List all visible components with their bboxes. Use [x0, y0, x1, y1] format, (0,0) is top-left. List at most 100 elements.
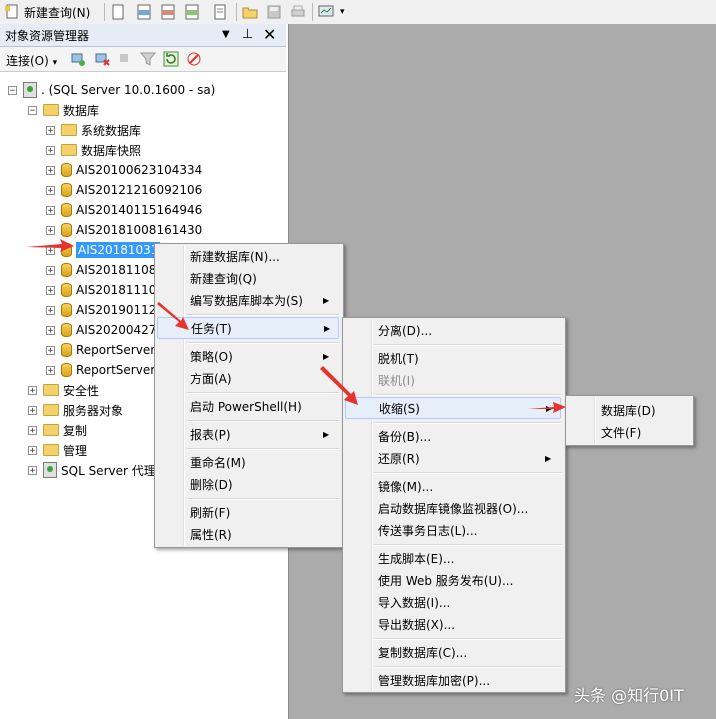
menu-delete[interactable]: 删除(D) — [157, 473, 339, 495]
expand-icon[interactable]: + — [46, 265, 55, 275]
mdx-query-button[interactable] — [136, 2, 152, 22]
collapse-icon[interactable]: − — [28, 105, 37, 115]
menu-take-offline[interactable]: 脱机(T) — [345, 347, 561, 369]
tree-node-replication[interactable]: + 复制 — [28, 420, 87, 440]
stop-powershell-icon[interactable] — [186, 51, 202, 67]
database-icon — [61, 203, 72, 217]
menu-properties[interactable]: 属性(R) — [157, 523, 339, 545]
tree-node-databases[interactable]: − 数据库 — [28, 100, 99, 120]
expand-icon[interactable]: + — [28, 445, 37, 455]
tree-node-database[interactable]: + AIS20200427 — [46, 320, 156, 340]
database-icon — [61, 223, 72, 237]
menu-import-data[interactable]: 导入数据(I)... — [345, 591, 561, 613]
menu-manage-encryption[interactable]: 管理数据库加密(P)... — [345, 669, 561, 691]
pane-title: 对象资源管理器 — [5, 28, 90, 43]
tree-node-snapshots[interactable]: + 数据库快照 — [46, 140, 141, 160]
tree-node-label: ReportServer — [76, 363, 156, 377]
menu-ship-transaction-logs[interactable]: 传送事务日志(L)... — [345, 519, 561, 541]
pin-icon[interactable]: ⊥ — [242, 27, 253, 42]
menu-restore[interactable]: 还原(R) ▶ — [345, 447, 561, 469]
menu-shrink-database[interactable]: 数据库(D) — [568, 399, 689, 421]
menu-rename[interactable]: 重命名(M) — [157, 451, 339, 473]
xmla-query-button[interactable] — [184, 2, 200, 22]
menu-mirror[interactable]: 镜像(M)... — [345, 475, 561, 497]
menu-export-data[interactable]: 导出数据(X)... — [345, 613, 561, 635]
expand-icon[interactable]: + — [28, 425, 37, 435]
expand-icon[interactable]: + — [28, 465, 37, 475]
red-arrow-icon — [157, 302, 189, 330]
tree-node-server[interactable]: − . (SQL Server 10.0.1600 - sa) — [8, 80, 215, 100]
connect-button[interactable]: 连接(O) ▾ — [6, 52, 57, 69]
tree-node-agent[interactable]: + SQL Server 代理 — [28, 460, 156, 480]
dropdown-icon[interactable]: ▼ — [222, 29, 230, 40]
expand-icon[interactable]: + — [46, 345, 55, 355]
expand-icon[interactable]: + — [46, 305, 55, 315]
tasks-submenu: 分离(D)...脱机(T)联机(I)收缩(S)▶备份(B)...还原(R)▶镜像… — [342, 317, 566, 693]
expand-icon[interactable]: + — [46, 165, 55, 175]
sqlce-query-button[interactable] — [212, 2, 228, 22]
menu-shrink-files[interactable]: 文件(F) — [568, 421, 689, 443]
tree-node-security[interactable]: + 安全性 — [28, 380, 99, 400]
refresh-icon[interactable] — [163, 51, 179, 67]
print-button[interactable] — [290, 2, 306, 22]
tree-node-database[interactable]: + AIS20121216092106 — [46, 180, 202, 200]
menu-copy-database[interactable]: 复制数据库(C)... — [345, 641, 561, 663]
connect-icon[interactable] — [70, 51, 86, 67]
open-file-button[interactable] — [242, 2, 258, 22]
expand-icon[interactable]: + — [28, 385, 37, 395]
expand-icon[interactable]: + — [46, 145, 55, 155]
expand-icon[interactable]: + — [46, 285, 55, 295]
expand-icon[interactable]: + — [28, 405, 37, 415]
expand-icon[interactable]: + — [46, 205, 55, 215]
menu-backup[interactable]: 备份(B)... — [345, 425, 561, 447]
menu-launch-mirror-monitor[interactable]: 启动数据库镜像监视器(O)... — [345, 497, 561, 519]
menu-new-query[interactable]: 新建查询(Q) — [157, 267, 339, 289]
expand-icon[interactable]: + — [46, 225, 55, 235]
database-icon — [61, 363, 72, 377]
tree-node-database[interactable]: + ReportServer — [46, 360, 155, 380]
disconnect-icon[interactable] — [94, 51, 110, 67]
menu-publish-web-service[interactable]: 使用 Web 服务发布(U)... — [345, 569, 561, 591]
new-file-button[interactable] — [110, 2, 126, 22]
menu-new-database[interactable]: 新建数据库(N)... — [157, 245, 339, 267]
tree-node-server-objects[interactable]: + 服务器对象 — [28, 400, 123, 420]
toolbar-overflow-chevron[interactable]: ▾ — [340, 2, 345, 22]
new-query-button[interactable]: 新建查询(N) — [4, 2, 90, 22]
expand-icon[interactable]: + — [46, 325, 55, 335]
object-explorer-toolbar: 连接(O) ▾ — [0, 47, 286, 72]
database-context-menu: 新建数据库(N)... 新建查询(Q) 编写数据库脚本为(S) ▶ 任务(T) ▶ 策略(O… — [154, 243, 344, 548]
mdx-icon — [137, 4, 151, 20]
dmx-query-button[interactable] — [160, 2, 176, 22]
open-folder-icon — [242, 7, 258, 19]
menu-generate-scripts[interactable]: 生成脚本(E)... — [345, 547, 561, 569]
folder-icon — [43, 444, 59, 456]
collapse-icon[interactable]: − — [8, 85, 17, 95]
menu-bring-online[interactable]: 联机(I) — [345, 369, 561, 391]
tree-node-database[interactable]: + AIS20181108 — [46, 260, 156, 280]
expand-icon[interactable]: + — [46, 365, 55, 375]
expand-icon[interactable]: + — [46, 185, 55, 195]
tree-node-database[interactable]: + AIS20140115164946 — [46, 200, 202, 220]
menu-facets[interactable]: 方面(A) — [157, 367, 339, 389]
menu-policies[interactable]: 策略(O) ▶ — [157, 345, 339, 367]
database-icon — [61, 283, 72, 297]
tree-node-label: AIS20100623104334 — [76, 163, 203, 177]
menu-detach[interactable]: 分离(D)... — [345, 319, 561, 341]
expand-icon[interactable]: + — [46, 125, 55, 135]
filter-icon[interactable] — [140, 51, 156, 67]
tree-node-system-databases[interactable]: + 系统数据库 — [46, 120, 141, 140]
stop-icon[interactable] — [119, 53, 129, 63]
save-button[interactable] — [266, 2, 282, 22]
tree-node-database[interactable]: + ReportServer — [46, 340, 155, 360]
menu-refresh[interactable]: 刷新(F) — [157, 501, 339, 523]
close-icon[interactable]: ✕ — [263, 25, 276, 44]
tree-node-database[interactable]: + AIS20100623104334 — [46, 160, 202, 180]
tree-node-database[interactable]: + AIS20181110 — [46, 280, 156, 300]
tree-node-label: ReportServer — [76, 343, 156, 357]
database-icon — [61, 183, 72, 197]
activity-monitor-button[interactable] — [318, 2, 334, 22]
menu-reports[interactable]: 报表(P) ▶ — [157, 423, 339, 445]
menu-start-powershell[interactable]: 启动 PowerShell(H) — [157, 395, 339, 417]
tree-node-database[interactable]: + AIS20190112 — [46, 300, 156, 320]
tree-node-management[interactable]: + 管理 — [28, 440, 87, 460]
